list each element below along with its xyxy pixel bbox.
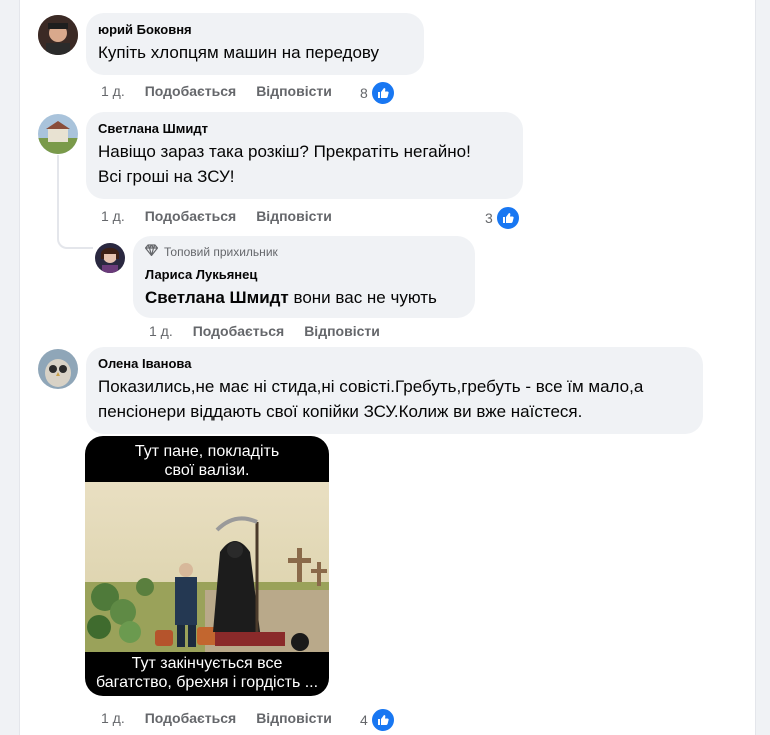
comment-actions: 1 д. Подобається Відповісти [149, 321, 400, 341]
meme-caption-bottom: Тут закінчується все багатство, брехня і… [85, 654, 329, 692]
diamond-icon [144, 244, 159, 260]
comment-actions: 1 д. Подобається Відповісти [101, 206, 352, 226]
comment-author[interactable]: Светлана Шмидт [98, 120, 511, 137]
reaction-number: 8 [360, 85, 368, 101]
badge-label: Топовий прихильник [164, 245, 278, 259]
reaction-number: 3 [485, 210, 493, 226]
meme-caption-line: Тут закінчується все [131, 655, 283, 672]
comment-text-line: пенсіонери віддають свої копійки ЗСУ.Кол… [98, 402, 583, 421]
comment-actions: 1 д. Подобається Відповісти [101, 81, 352, 101]
reaction-count[interactable]: 8 [360, 80, 396, 106]
comment-text: Купіть хлопцям машин на передову [98, 43, 380, 62]
meme-caption-top: Тут пане, покладіть свої валізи. [85, 442, 329, 480]
comment-time[interactable]: 1 д. [101, 83, 125, 99]
attached-image[interactable]: Тут пане, покладіть свої валізи. Тут зак… [85, 436, 329, 696]
meme-caption-line: Тут пане, покладіть [134, 443, 280, 460]
reply-button[interactable]: Відповісти [256, 83, 332, 99]
meme-illustration [85, 482, 329, 652]
reaction-count[interactable]: 3 [485, 205, 521, 231]
reaction-count[interactable]: 4 [360, 707, 396, 733]
comment-author[interactable]: юрий Боковня [98, 21, 412, 38]
comment-time[interactable]: 1 д. [101, 208, 125, 224]
like-button[interactable]: Подобається [193, 323, 284, 339]
meme-caption-line: багатство, брехня і гордість ... [95, 674, 319, 691]
comment-text: Светлана Шмидт вони вас не чують [145, 285, 463, 310]
top-fan-badge: Топовий прихильник [144, 244, 463, 260]
comment-bubble: Олена Іванова Показились,не має ні стида… [86, 347, 703, 434]
thumbs-up-icon [369, 707, 396, 733]
comment-actions: 1 д. Подобається Відповісти [101, 708, 352, 728]
comment-author[interactable]: Лариса Лукьянец [145, 266, 463, 283]
reply-bubble: Топовий прихильник Лариса Лукьянец Светл… [133, 236, 475, 318]
reaction-number: 4 [360, 712, 368, 728]
avatar[interactable] [95, 243, 125, 273]
comment-time[interactable]: 1 д. [101, 710, 125, 726]
comment-bubble: Светлана Шмидт Навіщо зараз така розкіш?… [86, 112, 523, 199]
thumbs-up-icon [494, 205, 521, 231]
avatar[interactable] [38, 114, 78, 154]
mention-link[interactable]: Светлана Шмидт [145, 288, 289, 307]
like-button[interactable]: Подобається [145, 208, 236, 224]
reply-text: вони вас не чують [293, 288, 437, 307]
avatar[interactable] [38, 349, 78, 389]
meme-caption-line: свої валізи. [164, 462, 250, 479]
reply-button[interactable]: Відповісти [256, 710, 332, 726]
comment-text-line: Всі гроші на ЗСУ! [98, 167, 235, 186]
comment-bubble: юрий Боковня Купіть хлопцям машин на пер… [86, 13, 424, 75]
reply-button[interactable]: Відповісти [256, 208, 332, 224]
avatar[interactable] [38, 15, 78, 55]
comment-text-line: Показились,не має ні стида,ні совісті.Гр… [98, 377, 644, 396]
comment-time[interactable]: 1 д. [149, 323, 173, 339]
reply-button[interactable]: Відповісти [304, 323, 380, 339]
like-button[interactable]: Подобається [145, 710, 236, 726]
comment-author[interactable]: Олена Іванова [98, 355, 691, 372]
thumbs-up-icon [369, 80, 396, 106]
like-button[interactable]: Подобається [145, 83, 236, 99]
comment-text-line: Навіщо зараз така розкіш? Прекратіть нег… [98, 142, 471, 161]
